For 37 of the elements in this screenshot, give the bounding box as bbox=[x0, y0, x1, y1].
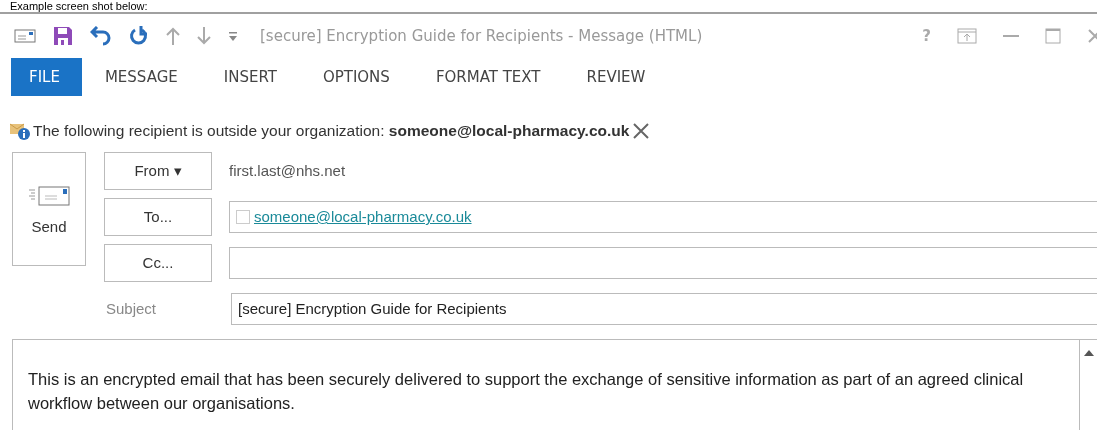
send-button[interactable]: Send bbox=[12, 152, 86, 266]
scroll-up-icon[interactable] bbox=[1083, 350, 1094, 356]
envelope-icon[interactable] bbox=[14, 28, 36, 44]
scrollbar[interactable] bbox=[1079, 340, 1097, 430]
maximize-icon[interactable] bbox=[1045, 28, 1061, 44]
cc-button[interactable]: Cc... bbox=[104, 243, 212, 282]
ribbon-tab[interactable]: REVIEW bbox=[563, 58, 669, 96]
ribbon-display-icon[interactable] bbox=[957, 28, 977, 44]
body-text: This is an encrypted email that has been securely delivered to support the exchange of sensitive information as part of an agreed clinical workflow between our organisations. bbox=[27, 369, 1025, 414]
up-arrow-icon[interactable] bbox=[166, 27, 180, 45]
down-arrow-icon[interactable] bbox=[197, 27, 211, 45]
cc-field[interactable] bbox=[229, 246, 1097, 279]
ribbon-tab[interactable]: FORMAT TEXT bbox=[412, 58, 564, 96]
from-address: first.last@nhs.net bbox=[229, 162, 346, 179]
close-icon[interactable] bbox=[632, 122, 651, 140]
infobar-message: The following recipient is outside your organization: someone@local-pharmacy.co.uk bbox=[33, 122, 630, 140]
to-field[interactable]: someone@local-pharmacy.co.uk bbox=[229, 200, 1097, 233]
ribbon-tab[interactable]: OPTIONS bbox=[299, 58, 413, 96]
ribbon-tab[interactable]: FILE bbox=[11, 58, 82, 96]
ribbon-tab[interactable]: INSERT bbox=[200, 58, 300, 96]
from-button[interactable]: From ▾ bbox=[104, 151, 212, 190]
send-icon bbox=[27, 183, 71, 208]
recipient-link[interactable]: someone@local-pharmacy.co.uk bbox=[254, 208, 472, 225]
subject-field[interactable]: [secure] Encryption Guide for Recipients bbox=[231, 292, 1097, 325]
window-title: [secure] Encryption Guide for Recipients - Message (HTML) bbox=[260, 27, 704, 45]
ribbon-tab[interactable]: MESSAGE bbox=[81, 58, 201, 96]
redo-icon[interactable] bbox=[129, 26, 149, 46]
save-icon[interactable] bbox=[53, 26, 73, 46]
checkbox[interactable] bbox=[236, 209, 250, 224]
minimize-icon[interactable] bbox=[1003, 34, 1019, 38]
undo-icon[interactable] bbox=[90, 26, 112, 46]
customize-icon[interactable] bbox=[228, 30, 238, 42]
to-button[interactable]: To... bbox=[104, 197, 212, 236]
mail-info-icon bbox=[10, 122, 30, 140]
subject-label: Subject bbox=[105, 300, 158, 317]
caption-text: Example screen shot below: bbox=[9, 0, 149, 12]
message-body[interactable]: This is an encrypted email that has been securely delivered to support the exchange of sensitive information as part of an agreed clinical workflow between our organisations. bbox=[12, 339, 1097, 430]
